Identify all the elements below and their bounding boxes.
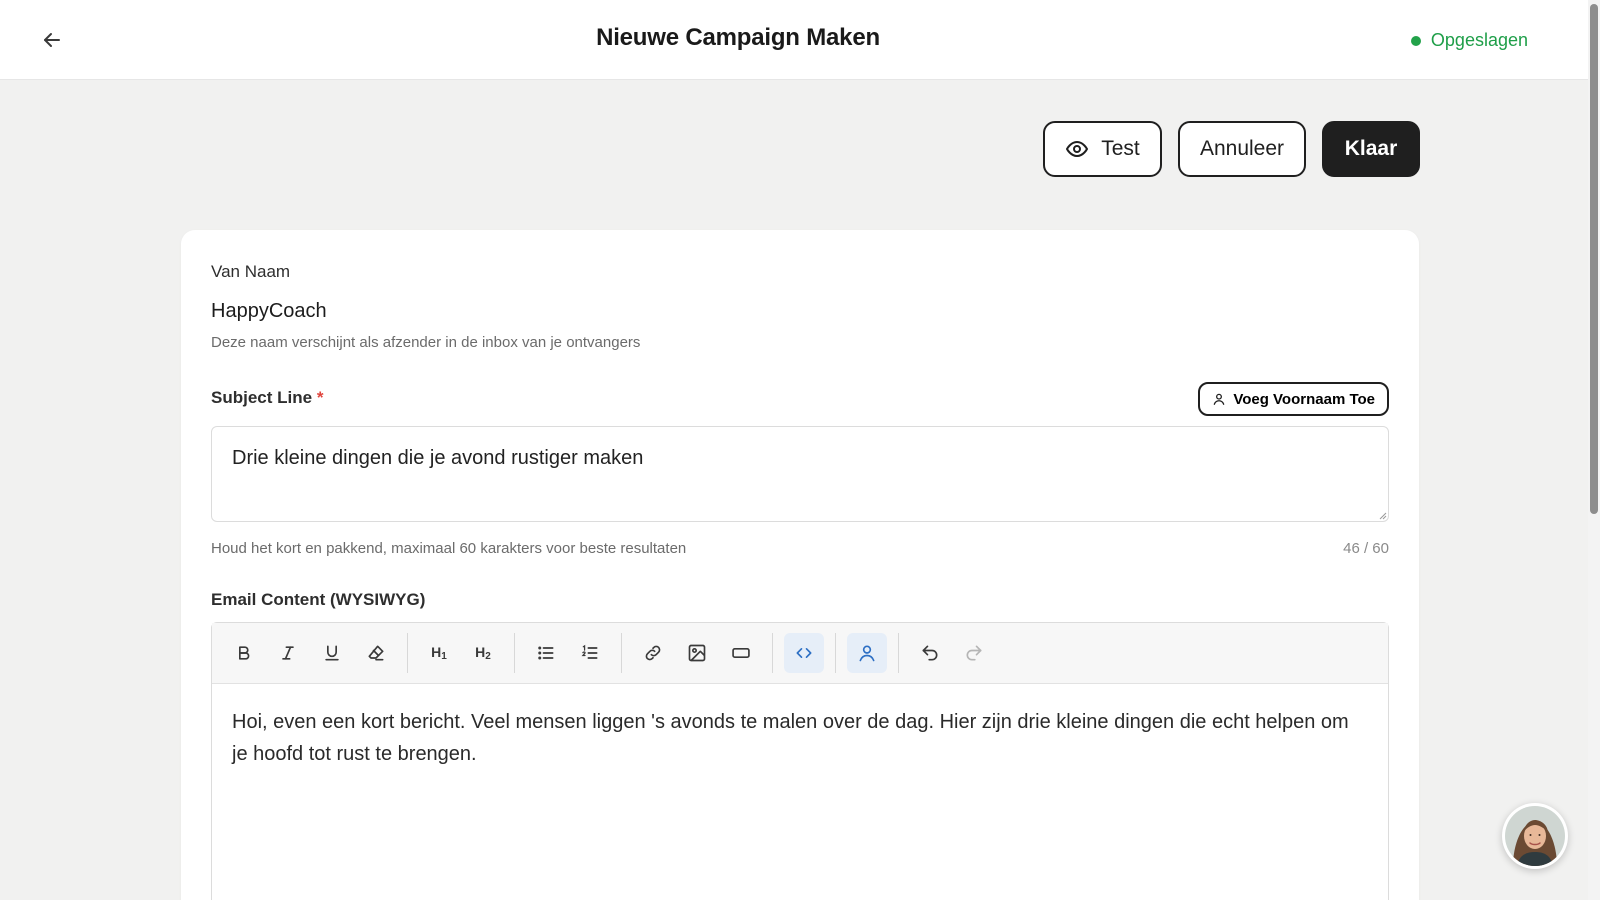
- italic-icon: [282, 646, 294, 660]
- heading-2-icon: H2: [475, 644, 491, 662]
- avatar-portrait-icon: [1505, 806, 1565, 866]
- numbered-list-icon: [581, 644, 598, 659]
- subject-label: Subject Line *: [211, 388, 323, 408]
- personalize-icon: [859, 645, 875, 662]
- character-counter: 46 / 60: [1343, 540, 1389, 557]
- campaign-form-card: Van Naam HappyCoach Deze naam verschijnt…: [181, 230, 1419, 900]
- done-button-label: Klaar: [1344, 137, 1398, 160]
- bold-button[interactable]: [224, 633, 264, 673]
- page-scrollbar[interactable]: [1588, 0, 1600, 900]
- top-bar: Nieuwe Campaign Maken Opgeslagen: [0, 0, 1588, 80]
- scrollbar-thumb[interactable]: [1590, 4, 1598, 514]
- button-block-button[interactable]: [721, 633, 761, 673]
- underline-button[interactable]: [312, 633, 352, 673]
- undo-button[interactable]: [910, 633, 950, 673]
- from-name-hint: Deze naam verschijnt als afzender in de …: [211, 334, 641, 351]
- toolbar-divider: [514, 633, 515, 673]
- status-dot-icon: [1410, 35, 1421, 46]
- h2-sub: 2: [485, 651, 491, 662]
- underline-icon: [325, 645, 339, 661]
- heading-2-button[interactable]: H2: [463, 633, 503, 673]
- image-button[interactable]: [677, 633, 717, 673]
- editor-toolbar: H1 H2: [212, 623, 1388, 684]
- subject-label-text: Subject Line: [211, 388, 313, 407]
- editor-content[interactable]: Hoi, even een kort bericht. Veel mensen …: [212, 684, 1388, 792]
- bold-icon: [239, 646, 250, 660]
- personalize-button[interactable]: [847, 633, 887, 673]
- h2-letter: H: [475, 644, 486, 660]
- email-content-label: Email Content (WYSIWYG): [211, 590, 426, 609]
- heading-1-button[interactable]: H1: [419, 633, 459, 673]
- redo-icon: [966, 645, 982, 661]
- subject-hint: Houd het kort en pakkend, maximaal 60 ka…: [211, 540, 687, 557]
- link-icon: [645, 645, 661, 661]
- bullet-list-button[interactable]: [526, 633, 566, 673]
- h1-letter: H: [431, 644, 442, 660]
- heading-1-icon: H1: [431, 644, 447, 662]
- toolbar-divider: [772, 633, 773, 673]
- add-first-name-button[interactable]: Voeg Voornaam Toe: [1198, 382, 1389, 416]
- done-button[interactable]: Klaar: [1322, 121, 1420, 177]
- from-name-label: Van Naam: [211, 262, 291, 281]
- required-mark: *: [316, 388, 324, 407]
- add-first-name-label: Voeg Voornaam Toe: [1233, 390, 1375, 408]
- resize-handle-icon[interactable]: [1377, 510, 1387, 520]
- wysiwyg-editor: H1 H2 Hoi, even een kort bericht. Veel m…: [211, 622, 1389, 900]
- numbered-list-button[interactable]: [570, 633, 610, 673]
- toolbar-divider: [835, 633, 836, 673]
- code-view-button[interactable]: [784, 633, 824, 673]
- h1-sub: 1: [441, 651, 447, 662]
- button-block-icon: [732, 648, 750, 658]
- cancel-button[interactable]: Annuleer: [1178, 121, 1306, 177]
- code-icon: [796, 648, 812, 658]
- from-name-value[interactable]: HappyCoach: [211, 300, 327, 323]
- link-button[interactable]: [633, 633, 673, 673]
- toolbar-divider: [407, 633, 408, 673]
- test-button[interactable]: Test: [1043, 121, 1162, 177]
- test-button-label: Test: [1101, 137, 1140, 160]
- undo-icon: [922, 645, 938, 661]
- eye-icon: [1066, 141, 1089, 157]
- page-title: Nieuwe Campaign Maken: [596, 24, 880, 51]
- cancel-button-label: Annuleer: [1199, 137, 1285, 160]
- redo-button[interactable]: [954, 633, 994, 673]
- subject-input[interactable]: Drie kleine dingen die je avond rustiger…: [211, 426, 1389, 522]
- user-icon: [1214, 393, 1225, 405]
- support-avatar[interactable]: [1502, 803, 1568, 869]
- clear-format-button[interactable]: [356, 633, 396, 673]
- italic-button[interactable]: [268, 633, 308, 673]
- toolbar-divider: [898, 633, 899, 673]
- save-status: Opgeslagen: [1410, 30, 1528, 51]
- clear-format-icon: [368, 645, 384, 661]
- save-status-label: Opgeslagen: [1430, 30, 1528, 50]
- toolbar-divider: [621, 633, 622, 673]
- action-bar: Test Annuleer Klaar: [1043, 121, 1420, 177]
- bullet-list-icon: [538, 646, 554, 660]
- image-icon: [688, 644, 706, 662]
